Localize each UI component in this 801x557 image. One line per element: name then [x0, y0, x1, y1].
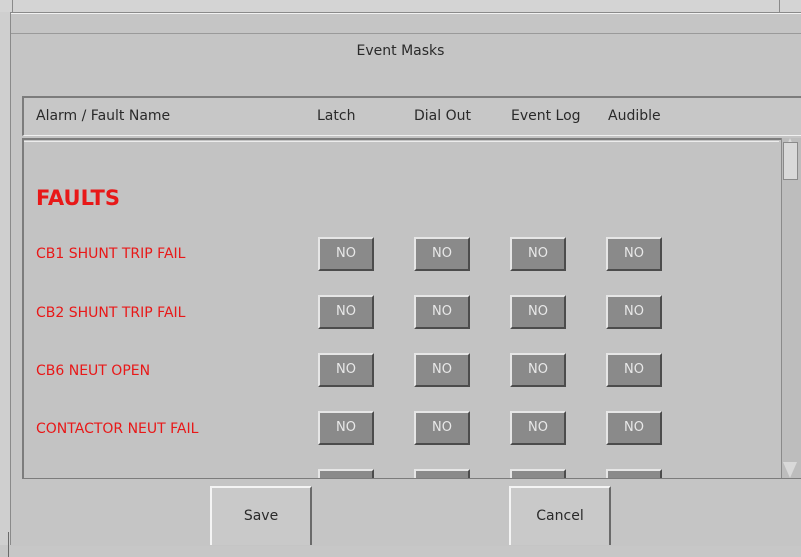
- clipped-next-row: [24, 469, 779, 478]
- audible-toggle-button[interactable]: [606, 469, 662, 478]
- audible-toggle-button[interactable]: NO: [606, 295, 662, 329]
- event-log-toggle-button[interactable]: NO: [510, 411, 566, 445]
- dial-out-toggle-button[interactable]: NO: [414, 353, 470, 387]
- dial-out-toggle-button[interactable]: NO: [414, 411, 470, 445]
- panel-highlight: [24, 141, 779, 142]
- latch-toggle-button[interactable]: [318, 469, 374, 478]
- latch-toggle-button[interactable]: NO: [318, 295, 374, 329]
- column-header-dial-out: Dial Out: [414, 108, 471, 124]
- fault-name: CONTACTOR NEUT FAIL: [36, 421, 199, 437]
- audible-toggle-button[interactable]: NO: [606, 237, 662, 271]
- dialog-title: Event Masks: [356, 43, 445, 59]
- save-button[interactable]: Save: [210, 486, 312, 545]
- dial-out-toggle-button[interactable]: NO: [414, 295, 470, 329]
- frame-tick: [779, 0, 780, 12]
- scroll-down-arrow-icon[interactable]: [783, 462, 797, 478]
- column-header-audible: Audible: [608, 108, 661, 124]
- window-left-frame: [0, 12, 11, 557]
- window-top-frame: [0, 0, 801, 13]
- event-log-toggle-button[interactable]: NO: [510, 295, 566, 329]
- frame-tick: [12, 0, 13, 12]
- column-header-event-log: Event Log: [511, 108, 581, 124]
- section-title-faults: FAULTS: [36, 186, 120, 210]
- audible-toggle-button[interactable]: NO: [606, 411, 662, 445]
- title-separator: [11, 33, 801, 34]
- event-log-toggle-button[interactable]: [510, 469, 566, 478]
- dial-out-toggle-button[interactable]: [414, 469, 470, 478]
- event-log-toggle-button[interactable]: NO: [510, 353, 566, 387]
- latch-toggle-button[interactable]: NO: [318, 353, 374, 387]
- latch-toggle-button[interactable]: NO: [318, 237, 374, 271]
- fault-name: CB2 SHUNT TRIP FAIL: [36, 305, 186, 321]
- event-log-toggle-button[interactable]: NO: [510, 237, 566, 271]
- scrollbar-thumb[interactable]: [783, 142, 798, 180]
- dial-out-toggle-button[interactable]: NO: [414, 237, 470, 271]
- fault-name: CB6 NEUT OPEN: [36, 363, 151, 379]
- cancel-button[interactable]: Cancel: [509, 486, 611, 545]
- column-header-latch: Latch: [317, 108, 356, 124]
- panel-bottom-border: [22, 478, 801, 479]
- vertical-scrollbar[interactable]: [781, 138, 801, 478]
- fault-name: CB1 SHUNT TRIP FAIL: [36, 246, 186, 262]
- audible-toggle-button[interactable]: NO: [606, 353, 662, 387]
- column-header-name: Alarm / Fault Name: [36, 108, 171, 124]
- latch-toggle-button[interactable]: NO: [318, 411, 374, 445]
